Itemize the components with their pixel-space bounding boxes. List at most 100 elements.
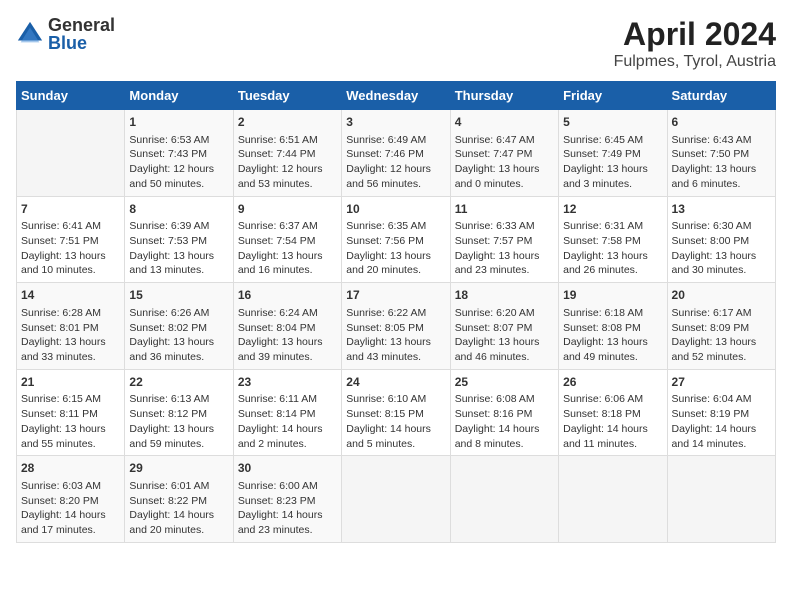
- header-tuesday: Tuesday: [233, 82, 341, 110]
- calendar-week-row: 7Sunrise: 6:41 AM Sunset: 7:51 PM Daylig…: [17, 196, 776, 283]
- cell-info: Sunrise: 6:20 AM Sunset: 8:07 PM Dayligh…: [455, 306, 554, 365]
- cell-info: Sunrise: 6:47 AM Sunset: 7:47 PM Dayligh…: [455, 133, 554, 192]
- day-number: 19: [563, 287, 662, 304]
- calendar-cell: [559, 456, 667, 543]
- day-number: 1: [129, 114, 228, 131]
- cell-info: Sunrise: 6:13 AM Sunset: 8:12 PM Dayligh…: [129, 392, 228, 451]
- day-number: 5: [563, 114, 662, 131]
- cell-info: Sunrise: 6:11 AM Sunset: 8:14 PM Dayligh…: [238, 392, 337, 451]
- day-number: 10: [346, 201, 445, 218]
- cell-info: Sunrise: 6:15 AM Sunset: 8:11 PM Dayligh…: [21, 392, 120, 451]
- day-number: 3: [346, 114, 445, 131]
- calendar-cell: 1 Sunrise: 6:53 AM Sunset: 7:43 PM Daylig…: [125, 110, 233, 197]
- calendar-cell: 27Sunrise: 6:04 AM Sunset: 8:19 PM Dayli…: [667, 369, 775, 456]
- day-number: 14: [21, 287, 120, 304]
- calendar-cell: 15 Sunrise: 6:26 AM Sunset: 8:02 PM Dayli…: [125, 283, 233, 370]
- calendar-cell: 8Sunrise: 6:39 AM Sunset: 7:53 PM Daylig…: [125, 196, 233, 283]
- calendar-week-row: 21Sunrise: 6:15 AM Sunset: 8:11 PM Dayli…: [17, 369, 776, 456]
- day-number: 9: [238, 201, 337, 218]
- day-number: 12: [563, 201, 662, 218]
- header-monday: Monday: [125, 82, 233, 110]
- calendar-cell: 24Sunrise: 6:10 AM Sunset: 8:15 PM Dayli…: [342, 369, 450, 456]
- page-header: General Blue April 2024 Fulpmes, Tyrol, …: [16, 16, 776, 71]
- cell-info: Sunrise: 6:24 AM Sunset: 8:04 PM Dayligh…: [238, 306, 337, 365]
- calendar-cell: 25Sunrise: 6:08 AM Sunset: 8:16 PM Dayli…: [450, 369, 558, 456]
- calendar-header-row: SundayMondayTuesdayWednesdayThursdayFrid…: [17, 82, 776, 110]
- day-number: 11: [455, 201, 554, 218]
- calendar-cell: 22Sunrise: 6:13 AM Sunset: 8:12 PM Dayli…: [125, 369, 233, 456]
- logo-icon: [16, 20, 44, 48]
- calendar-cell: 16 Sunrise: 6:24 AM Sunset: 8:04 PM Dayli…: [233, 283, 341, 370]
- day-number: 17: [346, 287, 445, 304]
- cell-info: Sunrise: 6:39 AM Sunset: 7:53 PM Dayligh…: [129, 219, 228, 278]
- day-number: 15: [129, 287, 228, 304]
- day-number: 21: [21, 374, 120, 391]
- day-number: 24: [346, 374, 445, 391]
- cell-info: Sunrise: 6:45 AM Sunset: 7:49 PM Dayligh…: [563, 133, 662, 192]
- day-number: 2: [238, 114, 337, 131]
- calendar-cell: 6Sunrise: 6:43 AM Sunset: 7:50 PM Daylig…: [667, 110, 775, 197]
- cell-info: Sunrise: 6:28 AM Sunset: 8:01 PM Dayligh…: [21, 306, 120, 365]
- day-number: 4: [455, 114, 554, 131]
- calendar-cell: 20 Sunrise: 6:17 AM Sunset: 8:09 PM Dayli…: [667, 283, 775, 370]
- cell-info: Sunrise: 6:10 AM Sunset: 8:15 PM Dayligh…: [346, 392, 445, 451]
- calendar-cell: [667, 456, 775, 543]
- calendar-cell: 9Sunrise: 6:37 AM Sunset: 7:54 PM Daylig…: [233, 196, 341, 283]
- day-number: 8: [129, 201, 228, 218]
- calendar-cell: 14 Sunrise: 6:28 AM Sunset: 8:01 PM Dayli…: [17, 283, 125, 370]
- day-number: 30: [238, 460, 337, 477]
- cell-info: Sunrise: 6:08 AM Sunset: 8:16 PM Dayligh…: [455, 392, 554, 451]
- cell-info: Sunrise: 6:18 AM Sunset: 8:08 PM Dayligh…: [563, 306, 662, 365]
- header-thursday: Thursday: [450, 82, 558, 110]
- cell-info: Sunrise: 6:03 AM Sunset: 8:20 PM Dayligh…: [21, 479, 120, 538]
- logo-text: General Blue: [48, 16, 115, 52]
- calendar-cell: 26Sunrise: 6:06 AM Sunset: 8:18 PM Dayli…: [559, 369, 667, 456]
- calendar-cell: 17 Sunrise: 6:22 AM Sunset: 8:05 PM Dayli…: [342, 283, 450, 370]
- cell-info: Sunrise: 6:43 AM Sunset: 7:50 PM Dayligh…: [672, 133, 771, 192]
- cell-info: Sunrise: 6:53 AM Sunset: 7:43 PM Dayligh…: [129, 133, 228, 192]
- header-wednesday: Wednesday: [342, 82, 450, 110]
- day-number: 7: [21, 201, 120, 218]
- cell-info: Sunrise: 6:26 AM Sunset: 8:02 PM Dayligh…: [129, 306, 228, 365]
- cell-info: Sunrise: 6:17 AM Sunset: 8:09 PM Dayligh…: [672, 306, 771, 365]
- day-number: 28: [21, 460, 120, 477]
- cell-info: Sunrise: 6:30 AM Sunset: 8:00 PM Dayligh…: [672, 219, 771, 278]
- day-number: 26: [563, 374, 662, 391]
- cell-info: Sunrise: 6:37 AM Sunset: 7:54 PM Dayligh…: [238, 219, 337, 278]
- calendar-cell: 30 Sunrise: 6:00 AM Sunset: 8:23 PM Dayli…: [233, 456, 341, 543]
- day-number: 20: [672, 287, 771, 304]
- calendar-cell: 4 Sunrise: 6:47 AM Sunset: 7:47 PM Daylig…: [450, 110, 558, 197]
- calendar-cell: [17, 110, 125, 197]
- cell-info: Sunrise: 6:41 AM Sunset: 7:51 PM Dayligh…: [21, 219, 120, 278]
- calendar-cell: 12Sunrise: 6:31 AM Sunset: 7:58 PM Dayli…: [559, 196, 667, 283]
- day-number: 18: [455, 287, 554, 304]
- calendar-cell: 7Sunrise: 6:41 AM Sunset: 7:51 PM Daylig…: [17, 196, 125, 283]
- calendar-cell: 19 Sunrise: 6:18 AM Sunset: 8:08 PM Dayli…: [559, 283, 667, 370]
- day-number: 16: [238, 287, 337, 304]
- cell-info: Sunrise: 6:22 AM Sunset: 8:05 PM Dayligh…: [346, 306, 445, 365]
- calendar-cell: 5 Sunrise: 6:45 AM Sunset: 7:49 PM Daylig…: [559, 110, 667, 197]
- day-number: 27: [672, 374, 771, 391]
- calendar-title: April 2024: [614, 16, 776, 53]
- calendar-week-row: 14 Sunrise: 6:28 AM Sunset: 8:01 PM Dayli…: [17, 283, 776, 370]
- calendar-week-row: 28 Sunrise: 6:03 AM Sunset: 8:20 PM Dayli…: [17, 456, 776, 543]
- calendar-cell: 3 Sunrise: 6:49 AM Sunset: 7:46 PM Daylig…: [342, 110, 450, 197]
- logo-blue: Blue: [48, 34, 115, 52]
- header-saturday: Saturday: [667, 82, 775, 110]
- calendar-cell: 2Sunrise: 6:51 AM Sunset: 7:44 PM Daylig…: [233, 110, 341, 197]
- cell-info: Sunrise: 6:49 AM Sunset: 7:46 PM Dayligh…: [346, 133, 445, 192]
- calendar-cell: [342, 456, 450, 543]
- day-number: 25: [455, 374, 554, 391]
- logo: General Blue: [16, 16, 115, 52]
- day-number: 22: [129, 374, 228, 391]
- calendar-cell: 11Sunrise: 6:33 AM Sunset: 7:57 PM Dayli…: [450, 196, 558, 283]
- calendar-cell: 21Sunrise: 6:15 AM Sunset: 8:11 PM Dayli…: [17, 369, 125, 456]
- cell-info: Sunrise: 6:31 AM Sunset: 7:58 PM Dayligh…: [563, 219, 662, 278]
- cell-info: Sunrise: 6:00 AM Sunset: 8:23 PM Dayligh…: [238, 479, 337, 538]
- day-number: 13: [672, 201, 771, 218]
- calendar-subtitle: Fulpmes, Tyrol, Austria: [614, 53, 776, 71]
- calendar-week-row: 1 Sunrise: 6:53 AM Sunset: 7:43 PM Daylig…: [17, 110, 776, 197]
- header-friday: Friday: [559, 82, 667, 110]
- cell-info: Sunrise: 6:33 AM Sunset: 7:57 PM Dayligh…: [455, 219, 554, 278]
- header-sunday: Sunday: [17, 82, 125, 110]
